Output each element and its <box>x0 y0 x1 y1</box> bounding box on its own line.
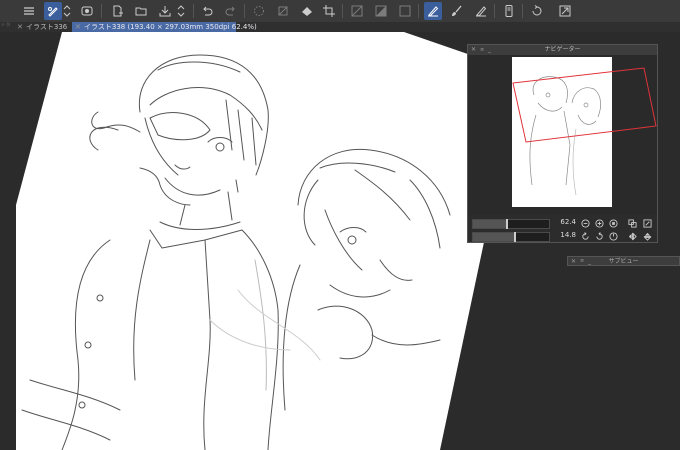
toolbar-divider <box>101 4 102 18</box>
open-folder-icon[interactable] <box>132 2 150 20</box>
up-down-icon[interactable] <box>62 2 72 20</box>
rotate-slider-knob[interactable] <box>513 232 516 242</box>
zoom-in-icon[interactable] <box>594 218 604 228</box>
subview-panel[interactable]: ✕ ≡ _ サブビュー <box>567 256 680 266</box>
zoom-row: 62.4 <box>472 217 654 229</box>
navigator-panel: ✕ ≡ _ ナビゲーター 62.4 14.8 <box>467 44 658 243</box>
undo-icon[interactable] <box>198 2 216 20</box>
canvas-page[interactable] <box>16 32 520 450</box>
tab-illust-338[interactable]: ✕ イラスト338 (193.40 × 297.03mm 350dpi 62.4… <box>72 22 257 32</box>
frame-icon[interactable] <box>396 2 414 20</box>
menu-icon[interactable] <box>20 2 38 20</box>
rotate-slider[interactable] <box>472 232 550 242</box>
crop-icon[interactable] <box>320 2 338 20</box>
navigator-title-bar[interactable]: ✕ ≡ _ ナビゲーター <box>468 45 657 55</box>
rotate-row: 14.8 <box>472 230 654 242</box>
toolbar-divider <box>522 4 523 18</box>
up-down-icon[interactable] <box>176 2 186 20</box>
ruler-icon[interactable] <box>348 2 366 20</box>
toolbar-divider <box>494 4 495 18</box>
zoom-reset-icon[interactable] <box>608 218 618 228</box>
close-icon[interactable]: ✕ <box>75 22 81 32</box>
rotate-slider-fill <box>473 233 515 241</box>
zoom-slider-fill <box>473 220 508 228</box>
zoom-value[interactable]: 62.4 <box>552 218 576 226</box>
rotate-reset-icon[interactable] <box>608 231 618 241</box>
redo-icon[interactable] <box>222 2 240 20</box>
tablet-icon[interactable] <box>500 2 518 20</box>
tone-icon[interactable] <box>372 2 390 20</box>
rotate-icon[interactable] <box>528 2 546 20</box>
close-icon[interactable]: ✕ <box>17 22 23 32</box>
rotate-left-icon[interactable] <box>580 231 590 241</box>
save-icon[interactable] <box>156 2 174 20</box>
rotate-right-icon[interactable] <box>594 231 604 241</box>
toolbar-divider <box>418 4 419 18</box>
tab-label: イラスト338 (193.40 × 297.03mm 350dpi 62.4%) <box>84 23 257 31</box>
pen-icon[interactable] <box>424 2 442 20</box>
rotate-value[interactable]: 14.8 <box>552 231 576 239</box>
toolbar-divider <box>193 4 194 18</box>
zoom-out-icon[interactable] <box>580 218 590 228</box>
fit-window-icon[interactable] <box>642 218 652 228</box>
fit-view-icon[interactable] <box>627 218 637 228</box>
brush-icon[interactable] <box>448 2 466 20</box>
eraser-icon[interactable] <box>472 2 490 20</box>
loading-icon[interactable] <box>250 2 268 20</box>
view-icon[interactable] <box>78 2 96 20</box>
navigator-title: ナビゲーター <box>544 46 581 53</box>
toolbar-divider <box>342 4 343 18</box>
navigator-page <box>512 57 612 207</box>
sidebar-label: テ 列 <box>1 22 11 27</box>
transform-icon[interactable] <box>556 2 574 20</box>
flip-horizontal-icon[interactable] <box>627 231 637 241</box>
flip-vertical-icon[interactable] <box>642 231 652 241</box>
clear-icon[interactable] <box>274 2 292 20</box>
zoom-slider-knob[interactable] <box>506 219 509 229</box>
navigator-preview[interactable] <box>468 55 657 215</box>
tab-label: イラスト336 <box>26 23 68 31</box>
document-tab-bar: ✕ イラスト336 ✕ イラスト338 (193.40 × 297.03mm 3… <box>0 22 680 32</box>
fill-icon[interactable] <box>298 2 316 20</box>
toolbar-divider <box>244 4 245 18</box>
subview-title: サブビュー <box>608 258 639 265</box>
new-file-icon[interactable] <box>108 2 126 20</box>
zoom-slider[interactable] <box>472 219 550 229</box>
pen-pressure-icon[interactable] <box>44 2 62 20</box>
top-toolbar <box>0 0 680 23</box>
